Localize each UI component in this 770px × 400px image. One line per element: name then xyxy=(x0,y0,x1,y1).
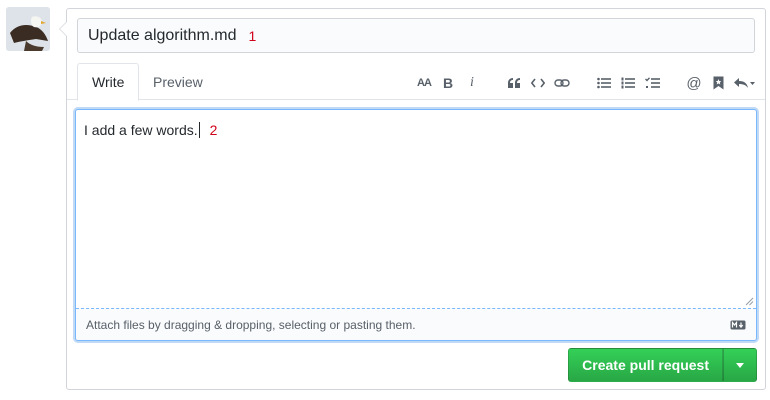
bold-icon[interactable]: B xyxy=(439,73,457,93)
comment-text-value: I add a few words. xyxy=(84,122,198,138)
mention-icon-label: @ xyxy=(686,74,702,92)
mention-icon[interactable]: @ xyxy=(685,73,703,93)
tab-preview[interactable]: Preview xyxy=(139,63,217,100)
eagle-avatar-image xyxy=(6,7,50,51)
text-caret xyxy=(198,122,200,138)
avatar[interactable] xyxy=(6,7,50,51)
create-pr-options-button[interactable] xyxy=(723,348,757,382)
ordered-list-icon[interactable] xyxy=(619,73,637,93)
comment-text: I add a few words. 2 xyxy=(84,122,217,138)
link-icon[interactable] xyxy=(553,73,571,93)
pull-request-form: Update algorithm.md 1 Write Preview AA B… xyxy=(59,8,766,390)
comment-textarea[interactable]: I add a few words. 2 Attach files by dra… xyxy=(75,109,757,341)
bold-icon-label: B xyxy=(442,75,454,91)
create-pull-request-button[interactable]: Create pull request xyxy=(568,348,723,382)
quote-icon[interactable] xyxy=(505,73,523,93)
resize-handle-icon[interactable] xyxy=(745,297,754,306)
list-group xyxy=(589,73,661,93)
editor-tabbar: Write Preview AA B i @ xyxy=(67,63,765,101)
annotation-marker-1: 1 xyxy=(248,27,257,44)
caret-down-icon xyxy=(736,362,744,368)
title-input[interactable]: Update algorithm.md 1 xyxy=(77,18,755,53)
heading-icon-label: AA xyxy=(417,77,432,89)
create-pr-button-group: Create pull request xyxy=(568,348,757,382)
annotation-marker-2: 2 xyxy=(209,122,218,138)
reply-dropdown-icon[interactable] xyxy=(733,73,755,93)
markdown-toolbar: AA B i @ xyxy=(409,73,755,93)
title-input-value: Update algorithm.md xyxy=(88,26,237,44)
italic-icon[interactable]: i xyxy=(463,73,481,93)
insert-group xyxy=(499,73,571,93)
markdown-icon[interactable] xyxy=(730,320,746,330)
text-format-group: AA B i xyxy=(409,73,481,93)
tab-write[interactable]: Write xyxy=(77,63,140,101)
saved-reply-icon[interactable] xyxy=(709,73,727,93)
attach-hint: Attach files by dragging & dropping, sel… xyxy=(86,317,416,332)
italic-icon-label: i xyxy=(470,75,474,90)
unordered-list-icon[interactable] xyxy=(595,73,613,93)
code-icon[interactable] xyxy=(529,73,547,93)
extra-group: @ xyxy=(679,73,755,93)
heading-icon[interactable]: AA xyxy=(415,73,433,93)
task-list-icon[interactable] xyxy=(643,73,661,93)
file-attach-area[interactable]: Attach files by dragging & dropping, sel… xyxy=(76,308,756,340)
